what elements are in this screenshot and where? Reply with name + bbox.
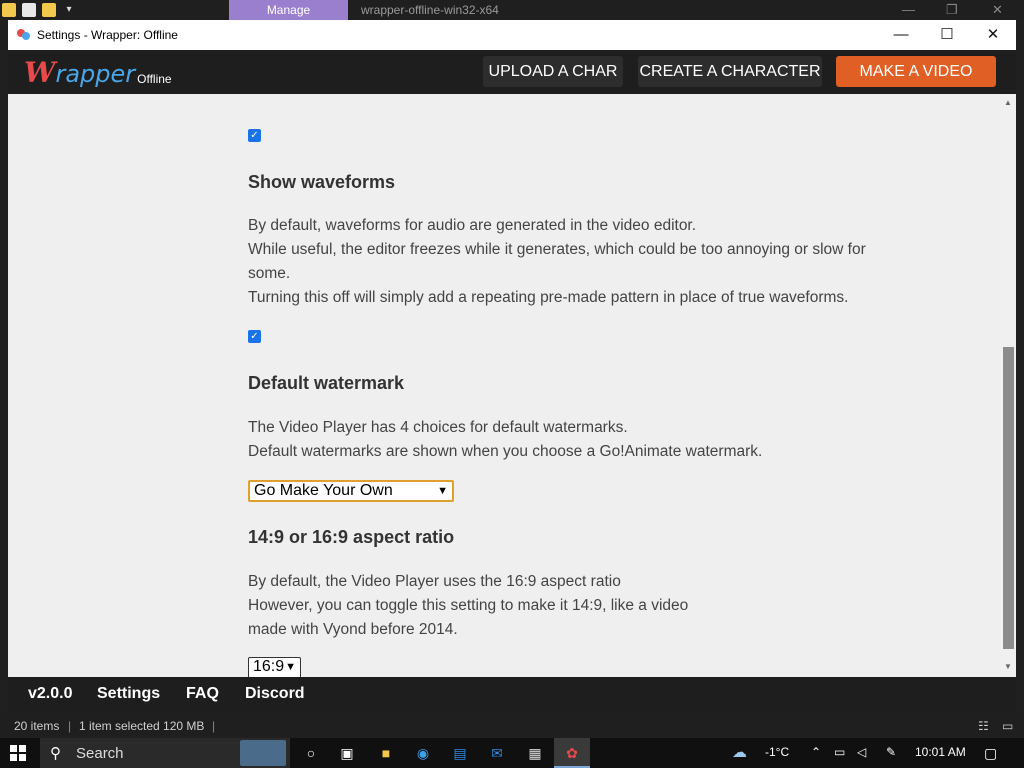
aspect-description: By default, the Video Player uses the 16…	[248, 573, 689, 638]
app-header: W rapper Offline UPLOAD A CHAR CREATE A …	[8, 50, 1016, 94]
watermark-description: The Video Player has 4 choices for defau…	[248, 419, 763, 460]
details-view-icon[interactable]: ☷	[978, 719, 989, 733]
properties-icon[interactable]	[22, 3, 36, 17]
item-count: 20 items	[14, 719, 60, 733]
upload-char-button[interactable]: UPLOAD A CHAR	[483, 56, 623, 87]
calculator-icon[interactable]: ▦	[526, 744, 544, 762]
close-button[interactable]: ✕	[970, 20, 1016, 50]
pen-icon[interactable]: ✎	[886, 745, 896, 759]
wrapper-app-icon	[17, 29, 30, 40]
chevron-down-icon: ▼	[285, 661, 296, 673]
search-icon: ⚲	[50, 745, 61, 762]
chevron-down-icon: ▼	[437, 485, 448, 497]
scroll-down-arrow[interactable]: ▼	[1000, 662, 1016, 671]
chevron-down-icon[interactable]: ▾	[62, 3, 76, 17]
waveforms-description: By default, waveforms for audio are gene…	[248, 217, 866, 306]
minimize-button[interactable]: —	[878, 20, 924, 50]
clock[interactable]: 10:01 AM	[915, 745, 966, 759]
mail-icon[interactable]: ✉	[488, 744, 506, 762]
aspect-title: 14:9 or 16:9 aspect ratio	[248, 527, 455, 547]
selection-info: 1 item selected 120 MB	[79, 719, 205, 733]
previous-setting-checkbox[interactable]: ✓	[248, 129, 261, 142]
waveforms-title: Show waveforms	[248, 172, 396, 192]
window-title: Settings - Wrapper: Offline	[37, 28, 178, 42]
app-footer: v2.0.0 Settings FAQ Discord	[8, 677, 1016, 713]
cortana-icon[interactable]: ○	[302, 744, 320, 762]
large-icons-view-icon[interactable]: ▭	[1002, 719, 1013, 733]
aspect-select[interactable]: 16:9 ▼	[248, 657, 301, 677]
explorer-title-strip: ▾ Manage wrapper-offline-win32-x64 — ❐ ✕	[0, 0, 1024, 20]
edge-icon[interactable]: ◉	[414, 744, 432, 762]
explorer-close-button[interactable]: ✕	[992, 2, 1003, 18]
create-character-button[interactable]: CREATE A CHARACTER	[638, 56, 822, 87]
explorer-minimize-button[interactable]: —	[902, 2, 915, 17]
network-icon[interactable]: ▭	[834, 745, 845, 759]
taskbar: ⚲ Search ○ ▣ ■ ◉ ▤ ✉ ▦ ✿ ☁ -1°C ⌃ ▭ ◁ ✎ …	[0, 738, 1024, 768]
quick-access-toolbar: ▾	[2, 3, 76, 17]
waveforms-checkbox[interactable]: ✓	[248, 330, 261, 343]
window-titlebar: Settings - Wrapper: Offline — ☐ ✕	[8, 20, 1016, 50]
maximize-button[interactable]: ☐	[924, 20, 970, 50]
search-highlight-image	[240, 740, 286, 766]
footer-link-faq[interactable]: FAQ	[186, 685, 219, 703]
temperature[interactable]: -1°C	[765, 745, 789, 759]
version-label: v2.0.0	[28, 685, 73, 702]
wrapper-offline-logo[interactable]: W rapper Offline	[24, 56, 172, 89]
volume-icon[interactable]: ◁	[857, 745, 866, 759]
notifications-icon[interactable]: ▢	[984, 745, 997, 762]
app-window: Settings - Wrapper: Offline — ☐ ✕ W rapp…	[8, 20, 1016, 713]
file-explorer-icon[interactable]: ■	[377, 744, 395, 762]
folder-icon[interactable]	[2, 3, 16, 17]
explorer-statusbar: 20 items | 1 item selected 120 MB | ☷ ▭	[0, 713, 1024, 738]
footer-link-settings[interactable]: Settings	[97, 685, 160, 703]
task-view-icon[interactable]: ▣	[338, 744, 356, 762]
store-icon[interactable]: ▤	[451, 744, 469, 762]
make-video-button[interactable]: MAKE A VIDEO	[836, 56, 996, 87]
chevron-up-icon[interactable]: ⌃	[811, 745, 821, 759]
new-folder-icon[interactable]	[42, 3, 56, 17]
wrapper-app-icon: ✿	[566, 745, 578, 761]
settings-content: ✓ Show waveforms By default, waveforms f…	[8, 94, 1000, 677]
watermark-select[interactable]: Go Make Your Own ▼	[248, 480, 454, 502]
watermark-title: Default watermark	[248, 373, 405, 393]
explorer-restore-button[interactable]: ❐	[946, 2, 958, 18]
manage-tab[interactable]: Manage	[229, 0, 348, 20]
vertical-scrollbar[interactable]: ▲ ▼	[1000, 94, 1016, 677]
start-button[interactable]	[10, 745, 26, 761]
weather-icon[interactable]: ☁	[732, 743, 747, 761]
explorer-window-title: wrapper-offline-win32-x64	[361, 3, 499, 17]
footer-link-discord[interactable]: Discord	[245, 685, 305, 703]
taskbar-search[interactable]: ⚲ Search	[40, 738, 290, 768]
scroll-up-arrow[interactable]: ▲	[1000, 98, 1016, 107]
scrollbar-thumb[interactable]	[1003, 347, 1014, 649]
